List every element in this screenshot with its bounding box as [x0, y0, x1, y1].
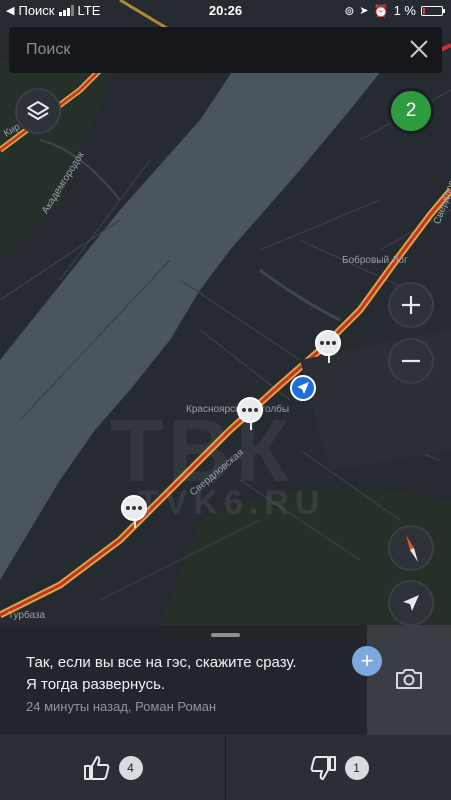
event-comment: Так, если вы все на гэс, скажите сразу. …: [26, 652, 356, 696]
add-photo-button[interactable]: [367, 625, 451, 735]
dislike-button[interactable]: 1: [226, 735, 451, 800]
camera-icon: [396, 669, 422, 689]
status-right: ⊚ ➤ ⏰ 1 %: [344, 3, 445, 18]
comment-meta: 24 минуты назад, Роман Роман: [26, 699, 217, 714]
comment-line-2: Я тогда развернусь.: [26, 676, 166, 693]
navigation-arrow-icon: [403, 595, 419, 611]
minus-icon: [402, 359, 420, 363]
map-canvas[interactable]: [0, 0, 451, 625]
compass-icon: [406, 535, 418, 562]
watermark-site: TVK6.RU: [138, 484, 326, 522]
reports-count-badge[interactable]: 2: [388, 88, 434, 134]
battery-percent: 1 %: [393, 3, 416, 18]
like-button[interactable]: 4: [0, 735, 225, 800]
navigation-arrow-icon: [297, 382, 309, 394]
sheet-drag-handle[interactable]: [211, 633, 240, 637]
thumbs-up-icon: [83, 755, 109, 780]
location-services-icon: ➤: [359, 5, 369, 17]
add-comment-button[interactable]: +: [352, 646, 382, 676]
map-label-bobrovy-log: Бобровый Лог: [342, 255, 408, 266]
layers-button[interactable]: [15, 88, 61, 134]
zoom-out-button[interactable]: [388, 338, 434, 384]
close-icon[interactable]: [408, 38, 430, 60]
event-details-sheet[interactable]: Так, если вы все на гэс, скажите сразу. …: [0, 625, 451, 735]
map-label-turbaza: Турбаза: [8, 610, 46, 621]
alarm-icon: ⏰: [373, 3, 389, 18]
incident-marker[interactable]: [237, 397, 263, 430]
current-location-marker: [290, 375, 316, 401]
vote-bar: 4 1: [0, 735, 451, 800]
compass-button[interactable]: [388, 525, 434, 571]
incident-marker[interactable]: [121, 495, 147, 528]
dislikes-count: 1: [344, 755, 369, 780]
search-input[interactable]: Поиск: [26, 41, 70, 59]
thumbs-down-icon: [310, 755, 336, 780]
plus-icon: [402, 296, 420, 314]
locate-me-button[interactable]: [388, 580, 434, 625]
likes-count: 4: [118, 755, 143, 780]
orientation-lock-icon: ⊚: [344, 3, 355, 18]
zoom-in-button[interactable]: [388, 282, 434, 328]
map-view[interactable]: Академгородок Бобровый Лог Красноярские …: [0, 0, 451, 625]
layers-icon: [27, 101, 49, 120]
status-bar: ◀ Поиск LTE 20:26 ⊚ ➤ ⏰ 1 %: [0, 0, 451, 22]
incident-marker[interactable]: [315, 330, 341, 363]
battery-icon: [421, 5, 445, 16]
search-bar[interactable]: Поиск: [9, 27, 442, 73]
comment-line-1: Так, если вы все на гэс, скажите сразу.: [26, 654, 297, 671]
